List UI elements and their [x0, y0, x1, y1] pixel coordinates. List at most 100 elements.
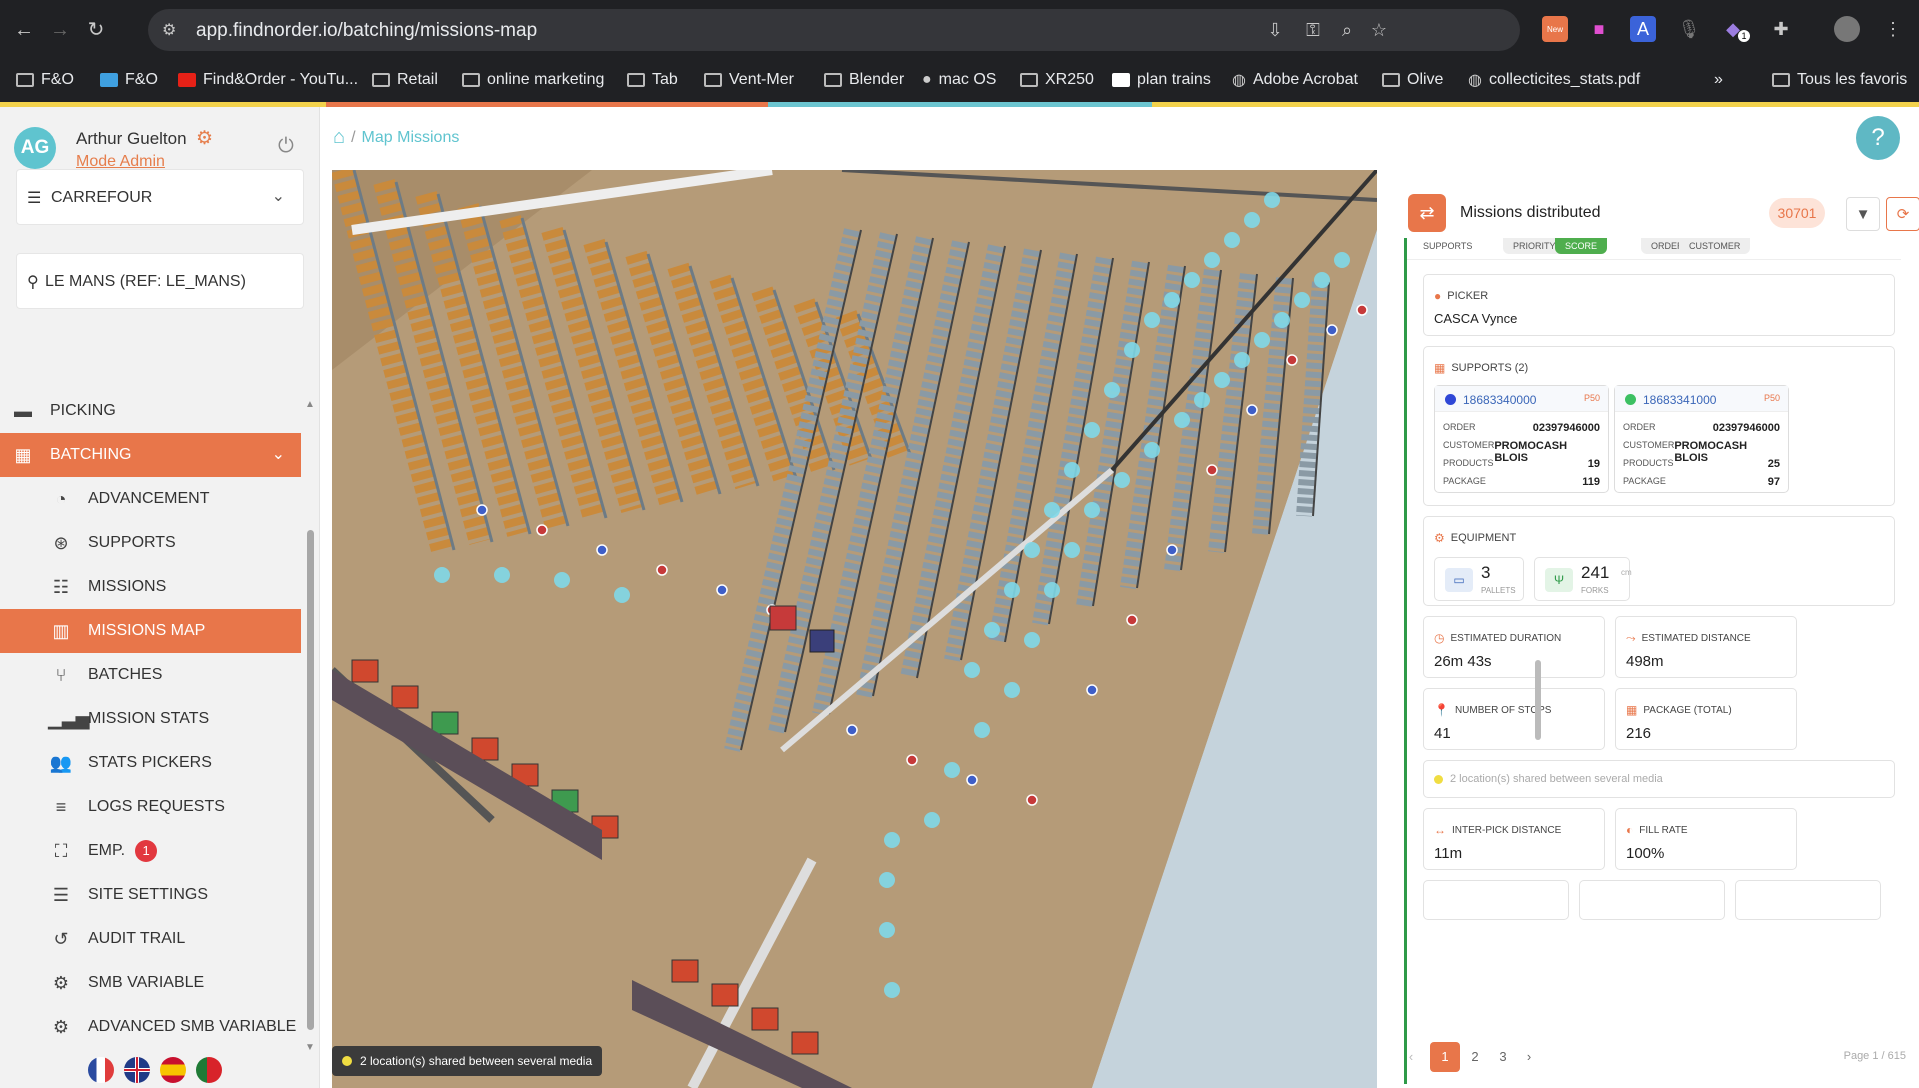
path-arrow	[984, 622, 1000, 638]
scrollbar-thumb[interactable]	[307, 530, 314, 1030]
menu-advanced-smb-variable[interactable]: ⚙ ADVANCED SMB VARIABLE	[0, 1005, 301, 1049]
breadcrumb-current[interactable]: Map Missions	[362, 129, 460, 147]
puzzle-icon[interactable]: ✚	[1768, 16, 1794, 42]
bookmark[interactable]: Find&Order - YouTu...	[178, 68, 358, 92]
all-bookmarks-folder[interactable]: Tous les favoris	[1772, 68, 1907, 92]
panel-scrollbar[interactable]	[1535, 240, 1541, 1086]
menu-batching[interactable]: ▦ BATCHING ⌄	[0, 433, 301, 477]
prev-page-button[interactable]: ‹	[1396, 1042, 1426, 1072]
bookmark-folder[interactable]: F&O	[16, 68, 74, 92]
site-settings-icon[interactable]: ⚙	[162, 20, 176, 40]
panel-header: ⇄ Missions distributed 30701 ▼ ⟳	[1408, 188, 1919, 236]
bookmark[interactable]: ◍ collecticites_stats.pdf	[1468, 68, 1640, 92]
menu-missions[interactable]: ☷ MISSIONS	[0, 565, 301, 609]
menu-label: MISSION STATS	[88, 710, 210, 727]
bookmark[interactable]: F&O	[100, 68, 158, 92]
map-canvas[interactable]	[332, 170, 1377, 1088]
scrollbar-thumb[interactable]	[1535, 660, 1541, 740]
path-arrow	[1334, 252, 1350, 268]
page-button[interactable]: 2	[1460, 1042, 1490, 1072]
list-icon: ☷	[52, 576, 70, 597]
menu-audit-trail[interactable]: ↺ AUDIT TRAIL	[0, 917, 301, 961]
site-select[interactable]: ⚲ LE MANS (REF: LE_MANS)	[16, 253, 304, 309]
record-extension-icon[interactable]: ■	[1586, 16, 1612, 42]
path-arrow	[1044, 502, 1060, 518]
scroll-down-icon[interactable]: ▼	[305, 1042, 315, 1053]
star-icon[interactable]: ☆	[1366, 17, 1392, 43]
mission-detail: SUPPORTS PRIORITY SCORE ORDER CUSTOMER ●…	[1404, 238, 1904, 1084]
page-button[interactable]: 1	[1430, 1042, 1460, 1072]
refresh-button[interactable]: ⟳	[1886, 197, 1919, 231]
sidebar-scrollbar[interactable]: ▲ ▼	[303, 397, 317, 1057]
bookmark-folder[interactable]: Olive	[1382, 68, 1443, 92]
path-arrow	[1194, 392, 1210, 408]
menu-emp[interactable]: ⛶ EMP. 1	[0, 829, 301, 873]
filter-button[interactable]: ▼	[1846, 197, 1880, 231]
menu-stats-pickers[interactable]: 👥 STATS PICKERS	[0, 741, 301, 785]
extension-badge-icon[interactable]: ◆ 1	[1720, 16, 1750, 42]
path-arrow	[964, 662, 980, 678]
home-icon[interactable]: ⌂	[333, 126, 345, 149]
forward-icon[interactable]: →	[46, 16, 74, 44]
chip-score[interactable]: SCORE	[1555, 238, 1608, 254]
support-id[interactable]: 18683340000	[1463, 393, 1536, 407]
field-label: ORDER	[1443, 422, 1476, 432]
bookmark-folder[interactable]: online marketing	[462, 68, 604, 92]
flag-fr-icon[interactable]	[88, 1057, 114, 1083]
dock-door	[791, 1031, 819, 1055]
scroll-up-icon[interactable]: ▲	[305, 399, 315, 410]
chip-customer[interactable]: CUSTOMER	[1679, 238, 1751, 254]
menu-advancement[interactable]: ◔ ADVANCEMENT	[0, 477, 301, 521]
chip-supports[interactable]: SUPPORTS	[1413, 238, 1482, 254]
bookmark-folder[interactable]: Vent-Mer	[704, 68, 794, 92]
flag-es-icon[interactable]	[160, 1057, 186, 1083]
bookmark-folder[interactable]: Retail	[372, 68, 438, 92]
warehouse-3d-map[interactable]	[332, 170, 1377, 1088]
more-bookmarks-button[interactable]: »	[1714, 68, 1723, 92]
url-bar[interactable]: ⚙ app.findnorder.io/batching/missions-ma…	[148, 9, 1520, 51]
menu-logs-requests[interactable]: ≡ LOGS REQUESTS	[0, 785, 301, 829]
menu-label: LOGS REQUESTS	[88, 798, 225, 815]
menu-smb-variable[interactable]: ⚙ SMB VARIABLE	[0, 961, 301, 1005]
support-item[interactable]: 18683341000 P50 ORDER 02397946000 CUSTOMER…	[1614, 385, 1789, 493]
path-arrow	[1274, 312, 1290, 328]
support-item[interactable]: 18683340000 P50 ORDER 02397946000 CUSTOMER…	[1434, 385, 1609, 493]
path-arrow	[1174, 412, 1190, 428]
support-id[interactable]: 18683341000	[1643, 393, 1716, 407]
avatar[interactable]: AG	[14, 127, 56, 169]
mic-icon[interactable]: 🎙	[1676, 16, 1702, 42]
missions-count-badge: 30701	[1769, 198, 1825, 228]
install-icon[interactable]: ⇩	[1262, 17, 1288, 43]
bookmark[interactable]: plan trains	[1112, 68, 1211, 92]
pick-marker	[1206, 464, 1218, 476]
menu-mission-stats[interactable]: ▁▃▅ MISSION STATS	[0, 697, 301, 741]
menu-site-settings[interactable]: ☰ SITE SETTINGS	[0, 873, 301, 917]
bookmark[interactable]: ● mac OS	[922, 68, 996, 92]
bookmark-folder[interactable]: Blender	[824, 68, 904, 92]
gear-icon[interactable]: ⚙	[196, 127, 213, 150]
back-icon[interactable]: ←	[10, 16, 38, 44]
new-extension-icon[interactable]: New	[1542, 16, 1568, 42]
flag-pt-icon[interactable]	[196, 1057, 222, 1083]
zoom-icon[interactable]: ⌕	[1334, 17, 1360, 43]
duration-card: ◷ ESTIMATED DURATION 26m 43s	[1423, 616, 1605, 678]
bookmark[interactable]: ◍ Adobe Acrobat	[1232, 68, 1358, 92]
forks-suffix: cm	[1621, 568, 1632, 577]
menu-supports[interactable]: ⊛ SUPPORTS	[0, 521, 301, 565]
pick-marker	[716, 584, 728, 596]
power-icon[interactable]: ⏻	[278, 135, 294, 158]
client-select[interactable]: ☰ CARREFOUR ⌄	[16, 169, 304, 225]
menu-missions-map[interactable]: ▥ MISSIONS MAP	[0, 609, 301, 653]
flag-uk-icon[interactable]	[124, 1057, 150, 1083]
profile-avatar[interactable]	[1834, 16, 1860, 42]
bookmark-folder[interactable]: Tab	[627, 68, 678, 92]
menu-dots-icon[interactable]: ⋮	[1880, 16, 1906, 42]
bookmark-folder[interactable]: XR250	[1020, 68, 1094, 92]
extension-icon[interactable]: A	[1630, 16, 1656, 42]
help-button[interactable]: ?	[1856, 116, 1900, 160]
next-page-button[interactable]: ›	[1514, 1042, 1544, 1072]
key-icon[interactable]: ⚿	[1300, 17, 1326, 43]
menu-picking[interactable]: ▬ PICKING	[0, 397, 301, 433]
menu-batches[interactable]: ⑂ BATCHES	[0, 653, 301, 697]
reload-icon[interactable]: ↻	[82, 16, 110, 44]
